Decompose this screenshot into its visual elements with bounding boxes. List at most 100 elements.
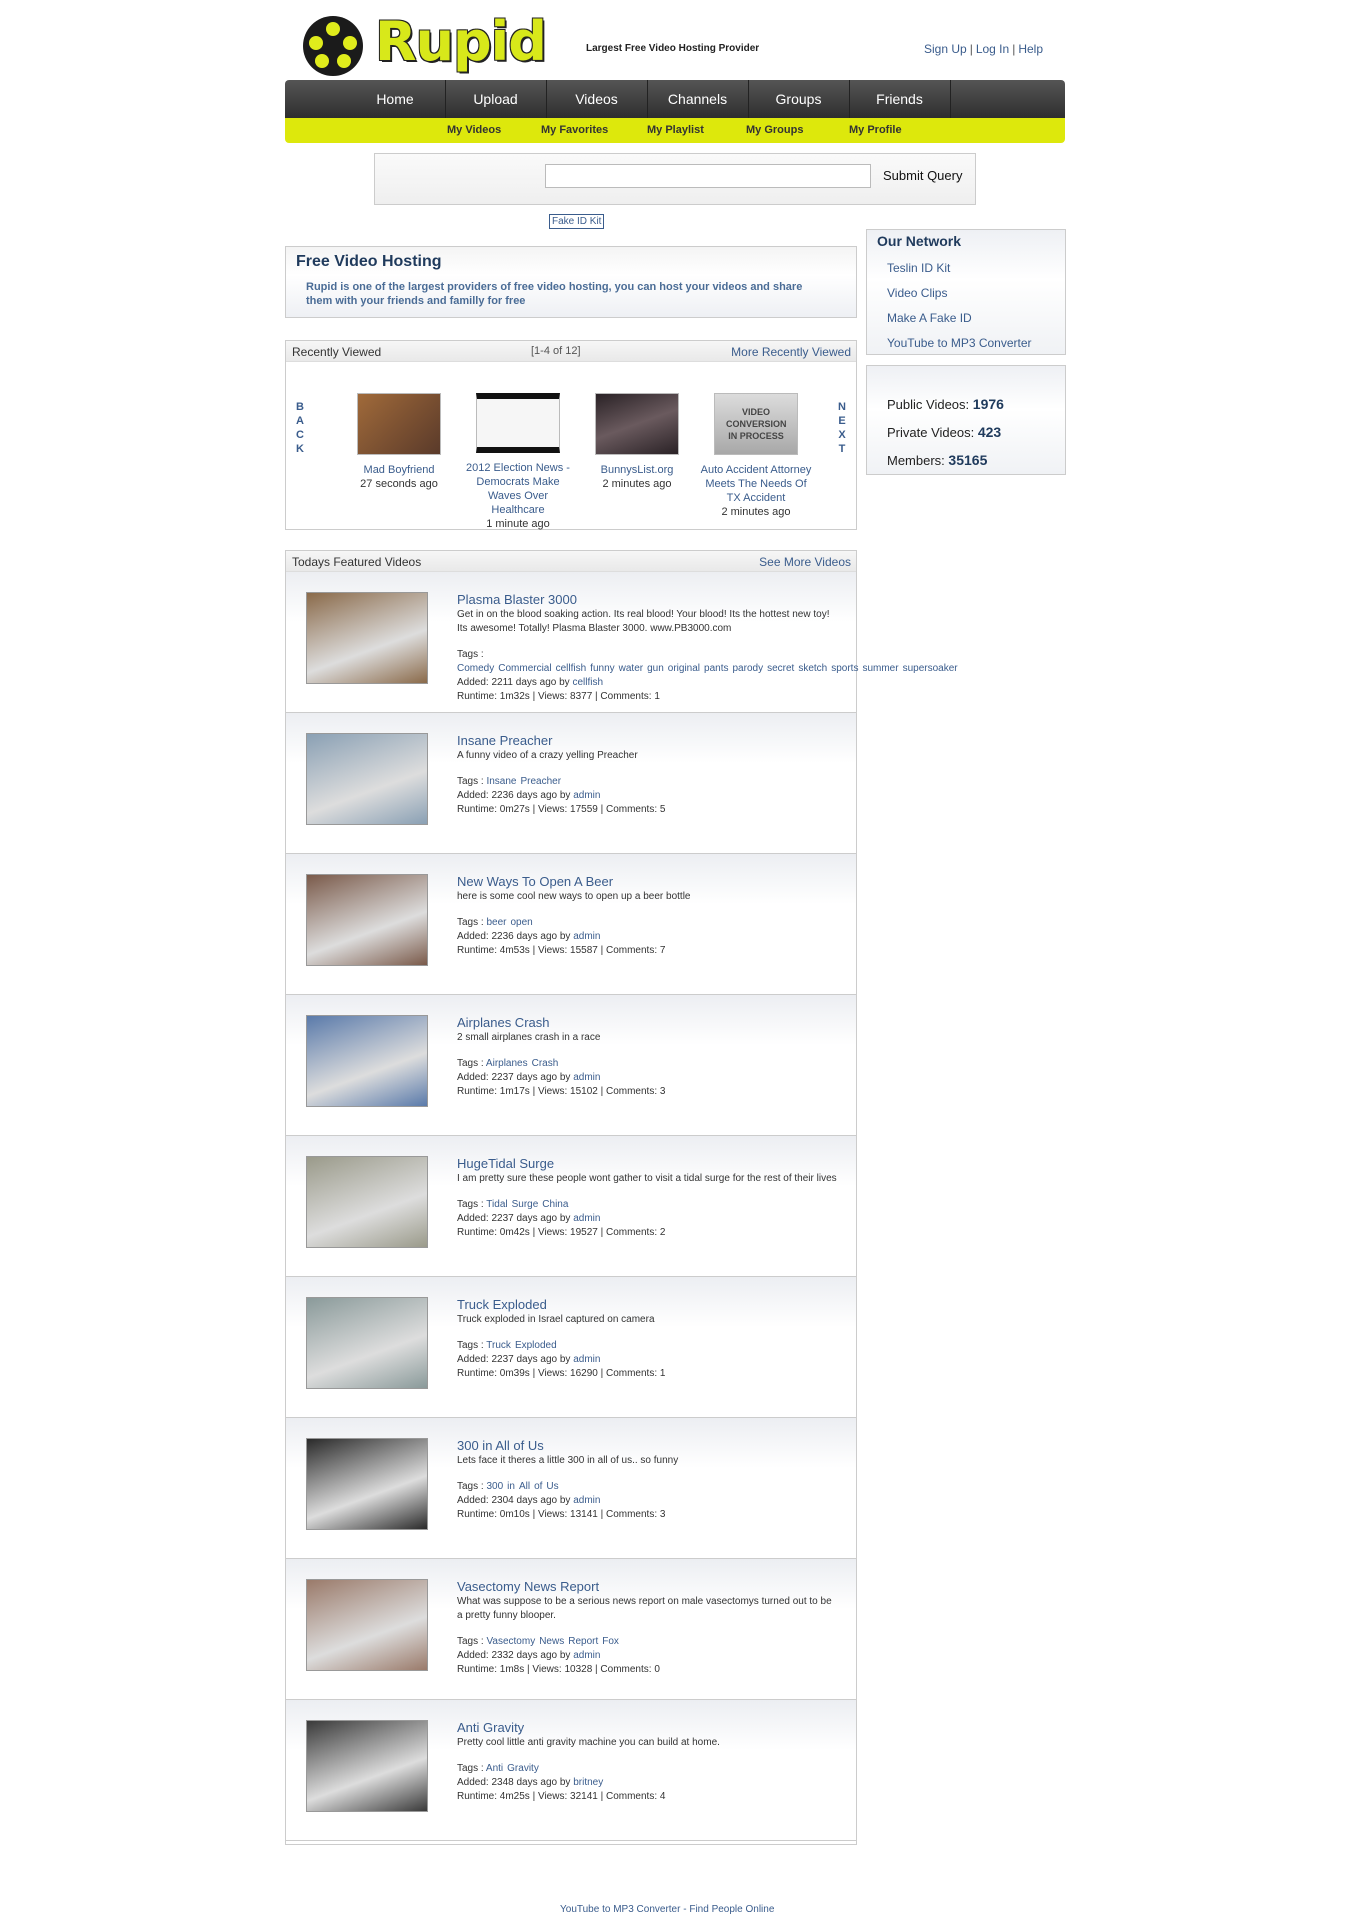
video-tag-link[interactable]: Vasectomy [486,1636,535,1647]
video-tag-link[interactable]: Gravity [507,1763,539,1774]
subnav-my-videos[interactable]: My Videos [447,118,501,143]
video-tag-link[interactable]: funny [590,663,614,674]
video-thumbnail[interactable] [306,733,428,825]
video-title-link[interactable]: BunnysList.org [579,463,695,477]
recent-video-item[interactable]: Mad Boyfriend 27 seconds ago [341,393,457,491]
video-tag-link[interactable]: China [542,1199,568,1210]
video-tag-link[interactable]: sketch [798,663,827,674]
video-tag-link[interactable]: Tidal [486,1199,507,1210]
video-tag-link[interactable]: Preacher [521,776,562,787]
video-title-link[interactable]: HugeTidal Surge [457,1156,837,1172]
video-title-link[interactable]: Truck Exploded [457,1297,837,1313]
video-title-link[interactable]: Airplanes Crash [457,1015,837,1031]
video-tag-link[interactable]: 300 [486,1481,503,1492]
video-thumbnail[interactable] [306,1438,428,1530]
video-thumbnail[interactable] [306,1297,428,1389]
video-title-link[interactable]: Anti Gravity [457,1720,837,1736]
recent-video-item[interactable]: 2012 Election News - Democrats Make Wave… [460,393,576,531]
video-user-link[interactable]: britney [573,1777,603,1788]
video-tag-link[interactable]: secret [767,663,794,674]
video-thumbnail[interactable] [476,393,560,453]
video-tag-link[interactable]: Commercial [498,663,551,674]
video-tag-link[interactable]: Truck [486,1340,511,1351]
video-thumbnail[interactable] [306,1156,428,1248]
video-user-link[interactable]: admin [573,1213,600,1224]
nav-upload[interactable]: Upload [445,80,547,118]
video-tag-link[interactable]: Fox [602,1636,619,1647]
next-button[interactable]: NEXT [837,400,847,456]
video-tag-link[interactable]: summer [862,663,898,674]
video-tag-link[interactable]: All [519,1481,530,1492]
video-tag-link[interactable]: water [619,663,643,674]
network-link-teslin-id-kit[interactable]: Teslin ID Kit [887,261,950,275]
video-title-link[interactable]: Auto Accident Attorney Meets The Needs O… [698,463,814,505]
video-tag-link[interactable]: original [668,663,700,674]
see-more-videos-link[interactable]: See More Videos [759,555,851,569]
recent-video-item[interactable]: BunnysList.org 2 minutes ago [579,393,695,491]
video-tag-link[interactable]: of [534,1481,542,1492]
site-logo[interactable]: Rupid [303,8,547,76]
video-tag-link[interactable]: beer [486,917,506,928]
video-tag-link[interactable]: Comedy [457,663,494,674]
video-thumbnail[interactable]: VIDEO CONVERSION IN PROCESS [714,393,798,455]
submit-query-button[interactable]: Submit Query [883,168,962,183]
video-title-link[interactable]: Insane Preacher [457,733,837,749]
nav-videos[interactable]: Videos [546,80,648,118]
video-thumbnail[interactable] [595,393,679,455]
video-tag-link[interactable]: Anti [486,1763,503,1774]
video-tag-link[interactable]: in [507,1481,515,1492]
network-link-youtube-mp3[interactable]: YouTube to MP3 Converter [887,336,1032,350]
video-tag-link[interactable]: Exploded [515,1340,557,1351]
video-thumbnail[interactable] [306,1720,428,1812]
subnav-my-playlist[interactable]: My Playlist [647,118,704,143]
video-title-link[interactable]: Mad Boyfriend [341,463,457,477]
video-title-link[interactable]: 2012 Election News - Democrats Make Wave… [460,461,576,517]
video-user-link[interactable]: admin [573,1354,600,1365]
sign-up-link[interactable]: Sign Up [924,42,967,56]
video-tag-link[interactable]: Us [546,1481,558,1492]
fake-id-kit-link[interactable]: Fake ID Kit [549,214,605,229]
more-recently-viewed-link[interactable]: More Recently Viewed [731,345,851,359]
video-title-link[interactable]: Vasectomy News Report [457,1579,837,1595]
video-user-link[interactable]: admin [573,1072,600,1083]
video-user-link[interactable]: cellfish [572,677,603,688]
network-link-video-clips[interactable]: Video Clips [887,286,947,300]
search-input[interactable] [545,164,871,188]
video-title-link[interactable]: New Ways To Open A Beer [457,874,837,890]
video-tag-link[interactable]: Crash [532,1058,559,1069]
footer-youtube-mp3-link[interactable]: YouTube to MP3 Converter [560,1904,680,1915]
video-thumbnail[interactable] [306,874,428,966]
video-thumbnail[interactable] [306,1015,428,1107]
video-thumbnail[interactable] [306,1579,428,1671]
video-tag-link[interactable]: pants [704,663,728,674]
video-tag-link[interactable]: Insane [486,776,516,787]
video-tag-link[interactable]: Report [568,1636,598,1647]
video-title-link[interactable]: Plasma Blaster 3000 [457,592,837,608]
video-user-link[interactable]: admin [573,931,600,942]
video-tag-link[interactable]: cellfish [556,663,587,674]
network-link-make-fake-id[interactable]: Make A Fake ID [887,311,972,325]
video-title-link[interactable]: 300 in All of Us [457,1438,837,1454]
video-user-link[interactable]: admin [573,1650,600,1661]
video-thumbnail[interactable] [357,393,441,455]
log-in-link[interactable]: Log In [976,42,1009,56]
video-tag-link[interactable]: gun [647,663,664,674]
video-tag-link[interactable]: Airplanes [486,1058,528,1069]
nav-friends[interactable]: Friends [849,80,951,118]
help-link[interactable]: Help [1018,42,1043,56]
back-button[interactable]: BACK [295,400,305,456]
video-user-link[interactable]: admin [573,1495,600,1506]
video-tag-link[interactable]: News [539,1636,564,1647]
subnav-my-profile[interactable]: My Profile [849,118,902,143]
video-user-link[interactable]: admin [573,790,600,801]
video-thumbnail[interactable] [306,592,428,684]
video-tag-link[interactable]: Surge [512,1199,539,1210]
subnav-my-groups[interactable]: My Groups [746,118,803,143]
nav-groups[interactable]: Groups [748,80,850,118]
nav-channels[interactable]: Channels [647,80,749,118]
video-tag-link[interactable]: supersoaker [903,663,958,674]
video-tag-link[interactable]: open [510,917,532,928]
video-tag-link[interactable]: sports [831,663,858,674]
subnav-my-favorites[interactable]: My Favorites [541,118,608,143]
video-tag-link[interactable]: parody [733,663,764,674]
